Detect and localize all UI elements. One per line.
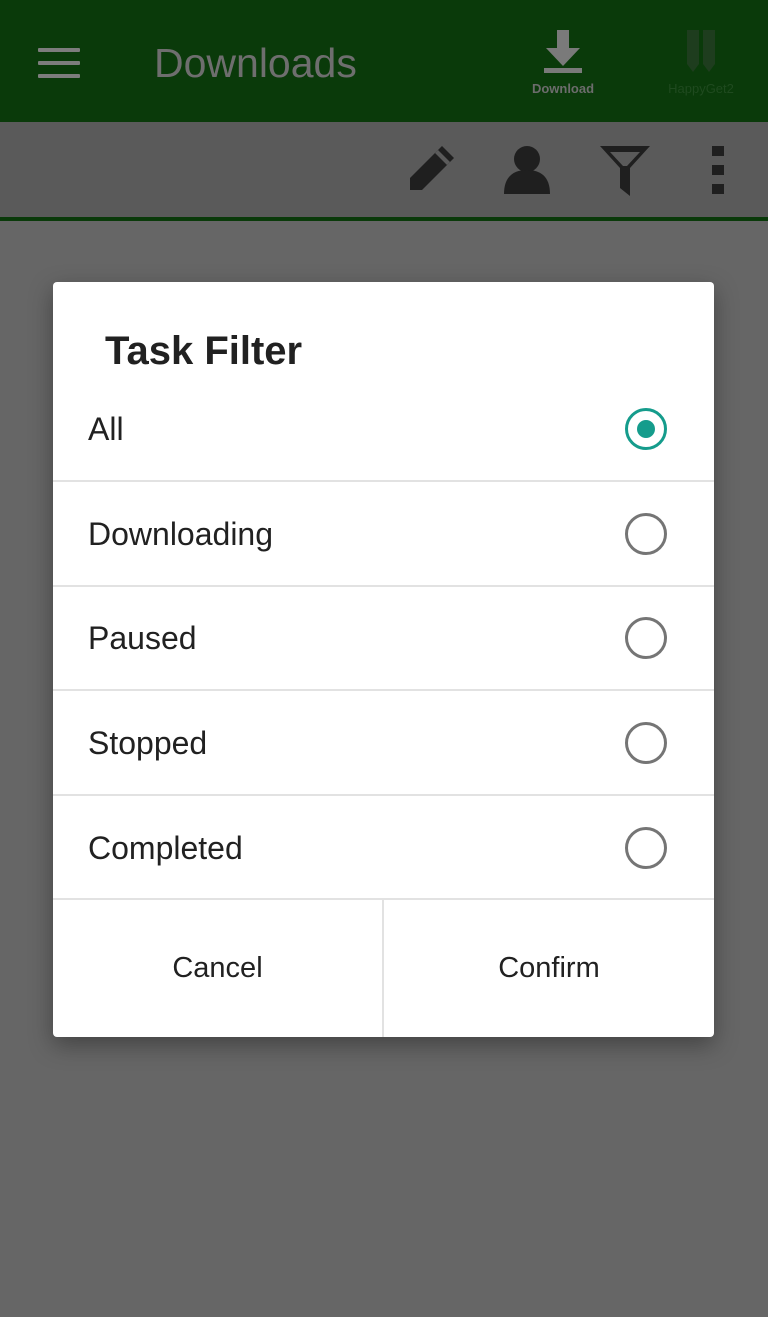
toolbar-divider (0, 217, 768, 221)
user-icon[interactable] (500, 142, 554, 196)
filter-option-downloading[interactable]: Downloading (53, 482, 714, 586)
dialog-buttons: Cancel Confirm (53, 899, 714, 1037)
edit-pencil-icon[interactable] (404, 142, 458, 196)
cancel-button[interactable]: Cancel (53, 899, 382, 1037)
download-icon (544, 30, 582, 73)
confirm-button[interactable]: Confirm (384, 899, 714, 1037)
filter-icon[interactable] (598, 142, 652, 198)
happyget-button[interactable]: HappyGet2 (656, 28, 746, 98)
option-label: Downloading (88, 516, 274, 552)
radio-checked-icon[interactable] (625, 408, 667, 450)
radio-unchecked-icon[interactable] (625, 617, 667, 659)
download-button[interactable]: Download (522, 28, 604, 98)
menu-icon[interactable] (38, 48, 80, 78)
happyget-logo-icon (687, 30, 715, 72)
dialog-title: Task Filter (105, 329, 303, 373)
filter-option-paused[interactable]: Paused (53, 586, 714, 690)
radio-unchecked-icon[interactable] (625, 722, 667, 764)
radio-unchecked-icon[interactable] (625, 513, 667, 555)
happyget-label: HappyGet2 (668, 81, 734, 96)
option-label: Stopped (88, 725, 208, 761)
app-bar: Downloads Download HappyGet2 (0, 0, 768, 122)
filter-option-completed[interactable]: Completed (53, 796, 714, 900)
option-label: Completed (88, 830, 243, 866)
radio-unchecked-icon[interactable] (625, 827, 667, 869)
filter-option-stopped[interactable]: Stopped (53, 691, 714, 795)
download-label: Download (531, 81, 595, 96)
option-label: Paused (88, 620, 197, 656)
more-vert-icon[interactable] (708, 142, 728, 198)
toolbar (0, 122, 768, 217)
page-title: Downloads (154, 40, 357, 86)
task-filter-dialog: Task Filter All Downloading Paused Stopp… (53, 282, 714, 1037)
option-label: All (88, 411, 124, 447)
filter-option-all[interactable]: All (53, 377, 714, 481)
